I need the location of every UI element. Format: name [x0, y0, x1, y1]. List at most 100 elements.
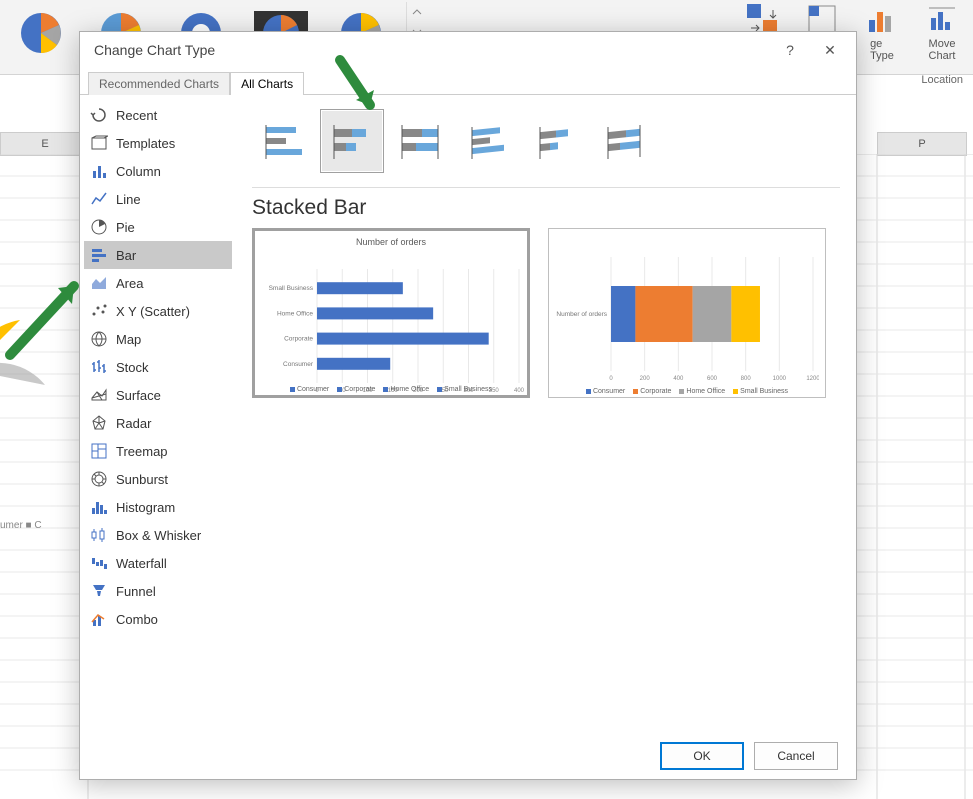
sidebar-item-label: X Y (Scatter): [116, 304, 190, 319]
change-chart-type-dialog: Change Chart Type ? ✕ Recommended Charts…: [79, 31, 857, 780]
sidebar-item-map[interactable]: Map: [84, 325, 232, 353]
tab-recommended-charts[interactable]: Recommended Charts: [88, 72, 230, 95]
subtype-100-stacked-bar[interactable]: [388, 109, 452, 173]
svg-text:800: 800: [741, 376, 752, 382]
sidebar-item-label: Combo: [116, 612, 158, 627]
preview-legend: ConsumerCorporateHome OfficeSmall Busine…: [549, 388, 825, 395]
sidebar-item-label: Pie: [116, 220, 135, 235]
subtype-3d-stacked-bar[interactable]: [524, 109, 588, 173]
sidebar-item-label: Funnel: [116, 584, 156, 599]
preview-title: Number of orders: [259, 237, 523, 247]
svg-text:1200: 1200: [806, 376, 819, 382]
tab-all-charts[interactable]: All Charts: [230, 72, 304, 95]
sidebar-item-sunburst[interactable]: Sunburst: [84, 465, 232, 493]
sidebar-item-treemap[interactable]: Treemap: [84, 437, 232, 465]
svg-text:Home Office: Home Office: [277, 310, 313, 317]
preview-clustered-bar[interactable]: Number of orders050100150200250300350400…: [252, 228, 530, 398]
svg-text:400: 400: [673, 376, 684, 382]
svg-text:200: 200: [640, 376, 651, 382]
sidebar-item-templates[interactable]: Templates: [84, 129, 232, 157]
chart-type-main-panel: Stacked Bar Number of orders050100150200…: [236, 95, 856, 732]
sidebar-item-label: Bar: [116, 248, 136, 263]
x-y-scatter--icon: [90, 302, 108, 320]
ribbon-move-chart[interactable]: Move Chart: [917, 2, 967, 62]
radar-icon: [90, 414, 108, 432]
sidebar-item-box-whisker[interactable]: Box & Whisker: [84, 521, 232, 549]
svg-text:Corporate: Corporate: [284, 336, 313, 343]
subtype-stacked-bar[interactable]: [320, 109, 384, 173]
sunburst-icon: [90, 470, 108, 488]
subtype-3d-clustered-bar[interactable]: [456, 109, 520, 173]
svg-text:0: 0: [609, 376, 613, 382]
sidebar-item-funnel[interactable]: Funnel: [84, 577, 232, 605]
sidebar-item-waterfall[interactable]: Waterfall: [84, 549, 232, 577]
chart-category-sidebar: Recent Templates Column Line Pie Bar Area X Y (…: [80, 95, 236, 732]
surface-icon: [90, 386, 108, 404]
close-button[interactable]: ✕: [810, 36, 850, 64]
sidebar-item-bar[interactable]: Bar: [84, 241, 232, 269]
sidebar-item-combo[interactable]: Combo: [84, 605, 232, 633]
svg-text:Small Business: Small Business: [269, 285, 314, 292]
column-header-p[interactable]: P: [877, 132, 967, 156]
sidebar-item-label: Line: [116, 192, 141, 207]
templates-icon: [90, 134, 108, 152]
column-header-e[interactable]: E: [0, 132, 90, 156]
sidebar-item-stock[interactable]: Stock: [84, 353, 232, 381]
line-icon: [90, 190, 108, 208]
sidebar-item-label: Histogram: [116, 500, 175, 515]
sidebar-item-label: Surface: [116, 388, 161, 403]
subtype-3d-100-stacked-bar[interactable]: [592, 109, 656, 173]
pie-chart-fragment: [0, 310, 50, 430]
dialog-titlebar[interactable]: Change Chart Type ? ✕: [80, 32, 856, 68]
ok-button[interactable]: OK: [660, 742, 744, 770]
column-icon: [90, 162, 108, 180]
bar-subtype-row: [252, 105, 840, 177]
sidebar-item-pie[interactable]: Pie: [84, 213, 232, 241]
dialog-title: Change Chart Type: [94, 42, 770, 58]
area-icon: [90, 274, 108, 292]
sidebar-item-histogram[interactable]: Histogram: [84, 493, 232, 521]
ribbon-change-chart-type[interactable]: ge Type: [857, 2, 907, 62]
sidebar-item-label: Treemap: [116, 444, 168, 459]
svg-text:Number of orders: Number of orders: [556, 311, 607, 318]
sidebar-item-label: Waterfall: [116, 556, 167, 571]
sidebar-item-label: Templates: [116, 136, 175, 151]
bar-icon: [90, 246, 108, 264]
recent-icon: [90, 106, 108, 124]
funnel-icon: [90, 582, 108, 600]
help-button[interactable]: ?: [770, 36, 810, 64]
preview-legend: ConsumerCorporateHome OfficeSmall Busine…: [255, 386, 527, 393]
preview-stacked-bar[interactable]: 0 200 400 600 800 1000 1200 Number of orders Con…: [548, 228, 826, 398]
box-whisker-icon: [90, 526, 108, 544]
sidebar-item-recent[interactable]: Recent: [84, 101, 232, 129]
sidebar-item-label: Stock: [116, 360, 149, 375]
sidebar-item-label: Box & Whisker: [116, 528, 201, 543]
sidebar-item-surface[interactable]: Surface: [84, 381, 232, 409]
sidebar-item-label: Radar: [116, 416, 151, 431]
sidebar-item-column[interactable]: Column: [84, 157, 232, 185]
sidebar-item-area[interactable]: Area: [84, 269, 232, 297]
ribbon-group-label: Location: [921, 74, 963, 86]
sidebar-item-label: Map: [116, 332, 141, 347]
sidebar-item-line[interactable]: Line: [84, 185, 232, 213]
combo-icon: [90, 610, 108, 628]
sidebar-item-label: Area: [116, 276, 143, 291]
waterfall-icon: [90, 554, 108, 572]
legend-fragment: umer ■ C: [0, 520, 42, 531]
chart-style-thumb[interactable]: [6, 2, 76, 64]
stock-icon: [90, 358, 108, 376]
subtype-clustered-bar[interactable]: [252, 109, 316, 173]
svg-text:1000: 1000: [773, 376, 787, 382]
svg-text:600: 600: [707, 376, 718, 382]
treemap-icon: [90, 442, 108, 460]
sidebar-item-x-y-scatter-[interactable]: X Y (Scatter): [84, 297, 232, 325]
sidebar-item-label: Recent: [116, 108, 157, 123]
cancel-button[interactable]: Cancel: [754, 742, 838, 770]
sidebar-item-label: Column: [116, 164, 161, 179]
svg-text:Consumer: Consumer: [283, 361, 314, 368]
chart-type-title: Stacked Bar: [252, 196, 840, 220]
sidebar-item-radar[interactable]: Radar: [84, 409, 232, 437]
sidebar-item-label: Sunburst: [116, 472, 168, 487]
map-icon: [90, 330, 108, 348]
pie-icon: [90, 218, 108, 236]
